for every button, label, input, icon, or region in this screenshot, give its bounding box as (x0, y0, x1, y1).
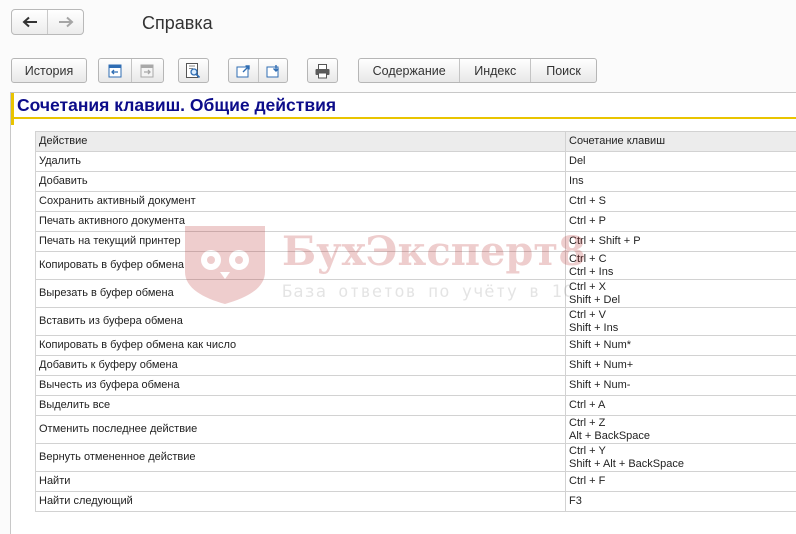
table-row: Выделить все Ctrl + A (35, 395, 796, 416)
table-row: Добавить Ins (35, 171, 796, 192)
shortcut-cell: Ctrl + S (565, 191, 796, 212)
column-header-keys: Сочетание клавиш (565, 131, 796, 152)
shortcut-cell: Shift + Num- (565, 375, 796, 396)
shortcut-cell: Ctrl + C Ctrl + Ins (565, 251, 796, 280)
table-row: Печать на текущий принтер Ctrl + Shift + … (35, 231, 796, 252)
action-cell: Печать на текущий принтер (35, 231, 566, 252)
shortcut-cell: Shift + Num* (565, 335, 796, 356)
table-row: Копировать в буфер обмена как число Shift… (35, 335, 796, 356)
find-in-page-button[interactable] (178, 58, 209, 83)
table-row: Найти следующий F3 (35, 491, 796, 512)
action-cell: Вычесть из буфера обмена (35, 375, 566, 396)
shortcuts-table: Действие Сочетание клавиш Удалить Del Доба… (35, 131, 796, 512)
tab-index[interactable]: Индекс (459, 59, 530, 82)
action-cell: Сохранить активный документ (35, 191, 566, 212)
help-tabs: Содержание Индекс Поиск (358, 58, 597, 83)
shortcut-cell: Ctrl + Z Alt + BackSpace (565, 415, 796, 444)
table-row: Вернуть отмененное действие Ctrl + Y Shif… (35, 443, 796, 472)
action-cell: Найти (35, 471, 566, 492)
save-to-file-button[interactable] (257, 59, 288, 82)
sync-group (98, 58, 164, 83)
find-in-page-icon (186, 63, 201, 79)
action-cell: Печать активного документа (35, 211, 566, 232)
action-cell: Выделить все (35, 395, 566, 416)
table-row: Вырезать в буфер обмена Ctrl + X Shift + … (35, 279, 796, 308)
shortcut-cell: Ctrl + V Shift + Ins (565, 307, 796, 336)
save-to-file-icon (266, 64, 279, 77)
tab-search[interactable]: Поиск (530, 59, 596, 82)
shortcut-cell: F3 (565, 491, 796, 512)
shortcut-cell: Del (565, 151, 796, 172)
history-nav-group (11, 9, 84, 35)
action-cell: Вырезать в буфер обмена (35, 279, 566, 308)
sync-contents-icon (108, 64, 122, 77)
table-row: Вычесть из буфера обмена Shift + Num- (35, 375, 796, 396)
shortcut-cell: Shift + Num+ (565, 355, 796, 376)
action-cell: Добавить к буферу обмена (35, 355, 566, 376)
accent-bar (11, 93, 14, 125)
table-row: Найти Ctrl + F (35, 471, 796, 492)
sync-next-icon (140, 64, 154, 77)
shortcut-cell: Ctrl + Y Shift + Alt + BackSpace (565, 443, 796, 472)
shortcut-cell: Ctrl + A (565, 395, 796, 416)
title-underline (14, 117, 796, 119)
action-cell: Добавить (35, 171, 566, 192)
back-button[interactable] (12, 10, 47, 34)
shortcut-cell: Ctrl + F (565, 471, 796, 492)
shortcut-cell: Ctrl + Shift + P (565, 231, 796, 252)
table-row: Добавить к буферу обмена Shift + Num+ (35, 355, 796, 376)
open-external-button[interactable] (229, 59, 258, 82)
tab-contents[interactable]: Содержание (359, 59, 459, 82)
print-button[interactable] (307, 58, 338, 83)
action-cell: Копировать в буфер обмена (35, 251, 566, 280)
action-cell: Копировать в буфер обмена как число (35, 335, 566, 356)
window-title: Справка (142, 13, 213, 33)
open-external-icon (236, 64, 250, 77)
shortcut-cell: Ctrl + X Shift + Del (565, 279, 796, 308)
table-row: Удалить Del (35, 151, 796, 172)
table-header-row: Действие Сочетание клавиш (35, 131, 796, 152)
open-group (228, 58, 288, 83)
shortcut-cell: Ins (565, 171, 796, 192)
action-cell: Удалить (35, 151, 566, 172)
arrow-left-icon (22, 16, 37, 28)
table-row: Печать активного документа Ctrl + P (35, 211, 796, 232)
printer-icon (315, 63, 330, 78)
table-row: Сохранить активный документ Ctrl + S (35, 191, 796, 212)
help-content: Сочетания клавиш. Общие действия Действи… (10, 92, 796, 534)
sync-next-button[interactable] (130, 59, 164, 82)
forward-button[interactable] (47, 10, 83, 34)
action-cell: Отменить последнее действие (35, 415, 566, 444)
history-button[interactable]: История (11, 58, 87, 83)
table-row: Вставить из буфера обмена Ctrl + V Shift … (35, 307, 796, 336)
shortcut-cell: Ctrl + P (565, 211, 796, 232)
table-row: Отменить последнее действие Ctrl + Z Alt … (35, 415, 796, 444)
column-header-action: Действие (35, 131, 566, 152)
action-cell: Найти следующий (35, 491, 566, 512)
sync-contents-button[interactable] (99, 59, 131, 82)
page-title: Сочетания клавиш. Общие действия (17, 95, 337, 115)
arrow-right-icon (58, 16, 73, 28)
action-cell: Вставить из буфера обмена (35, 307, 566, 336)
action-cell: Вернуть отмененное действие (35, 443, 566, 472)
table-row: Копировать в буфер обмена Ctrl + C Ctrl +… (35, 251, 796, 280)
